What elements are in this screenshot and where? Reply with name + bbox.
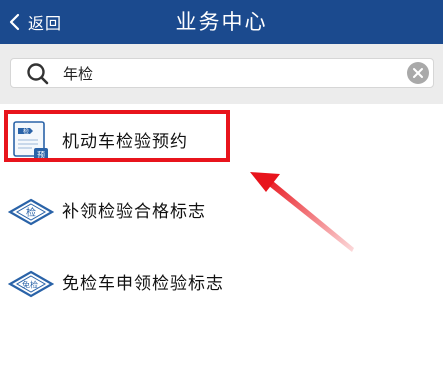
search-icon (27, 63, 49, 85)
header-bar: 返回 业务中心 (0, 0, 443, 44)
clear-search-button[interactable] (407, 62, 429, 84)
search-box[interactable] (10, 58, 434, 88)
svg-text:检: 检 (26, 206, 36, 219)
search-input[interactable] (63, 59, 393, 87)
item-label: 补领检验合格标志 (62, 202, 206, 222)
list-item-inspection-appointment[interactable]: 检 预 机动车检验预约 (0, 104, 443, 176)
search-area (0, 44, 443, 104)
clear-icon (413, 68, 423, 78)
exempt-inspection-diamond-icon: 免检 (8, 270, 54, 298)
svg-text:预: 预 (37, 150, 45, 160)
business-center-screen: 返回 业务中心 检 (0, 0, 443, 365)
svg-text:免检: 免检 (22, 280, 38, 290)
inspection-appointment-icon: 检 预 (13, 121, 48, 160)
result-list: 检 预 机动车检验预约 检 补领检验合格标志 免检 免检车申领检验标志 (0, 104, 443, 320)
item-label: 免检车申领检验标志 (62, 274, 224, 294)
list-item-reissue-inspection-sign[interactable]: 检 补领检验合格标志 (0, 176, 443, 248)
list-item-exempt-inspection-sign[interactable]: 免检 免检车申领检验标志 (0, 248, 443, 320)
svg-text:检: 检 (23, 128, 29, 136)
item-label: 机动车检验预约 (62, 132, 188, 152)
page-title: 业务中心 (175, 10, 268, 34)
inspection-sign-diamond-icon: 检 (8, 198, 54, 226)
